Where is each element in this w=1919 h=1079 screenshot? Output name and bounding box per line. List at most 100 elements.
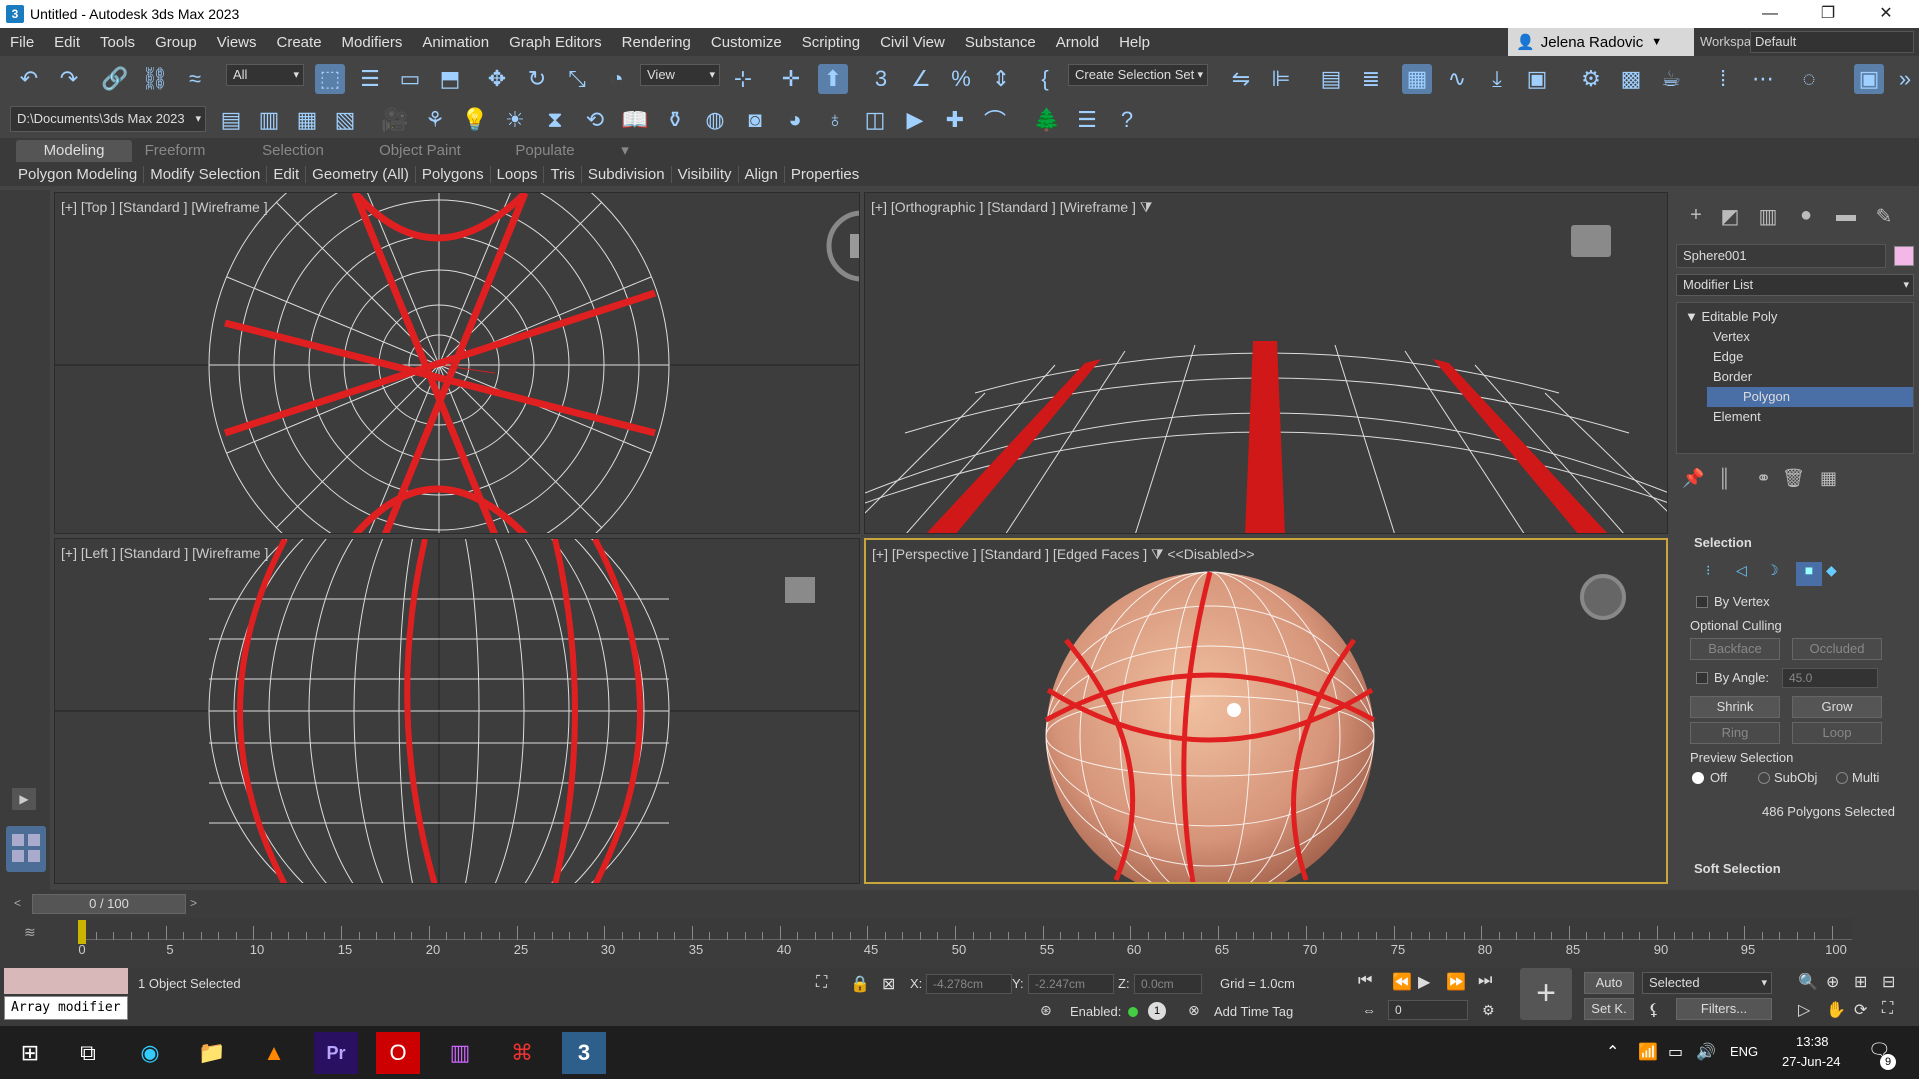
next-frame-icon[interactable]: > bbox=[190, 896, 208, 912]
absolute-mode-icon[interactable]: ⊠ bbox=[882, 974, 895, 994]
hierarchy-tab-icon[interactable]: ▥ bbox=[1752, 204, 1784, 230]
polygon-mode-icon[interactable]: ■ bbox=[1796, 562, 1822, 586]
panel-tris[interactable]: Tris bbox=[544, 165, 582, 183]
z-coordinate-field[interactable]: 0.0cm bbox=[1134, 974, 1202, 994]
curve-editor-icon[interactable]: ∿ bbox=[1442, 64, 1472, 94]
viewport-layout-tab-icon[interactable] bbox=[6, 826, 46, 872]
clock-time[interactable]: 13:38 bbox=[1796, 1034, 1829, 1049]
ribbon-options-icon[interactable]: ▾ bbox=[610, 140, 640, 162]
acrobat-icon[interactable]: ⌘ bbox=[500, 1032, 544, 1074]
link-icon[interactable]: 🔗 bbox=[100, 64, 130, 94]
edge-mode-icon[interactable]: ◁ bbox=[1736, 562, 1762, 586]
windows-start-icon[interactable]: ⊞ bbox=[8, 1032, 52, 1074]
vlc-icon[interactable]: ▲ bbox=[252, 1032, 296, 1074]
tab-populate[interactable]: Populate bbox=[500, 140, 590, 162]
file-explorer-icon[interactable]: 📁 bbox=[190, 1032, 234, 1074]
pivot-icon[interactable]: ⊹ bbox=[728, 64, 758, 94]
viewport-orthographic[interactable]: [+] [Orthographic ] [Standard ] [Wirefra… bbox=[864, 192, 1668, 534]
panel-subdivision[interactable]: Subdivision bbox=[582, 165, 672, 183]
rect-selection-icon[interactable]: ▭ bbox=[395, 64, 425, 94]
viewcube-left-icon[interactable] bbox=[785, 577, 815, 603]
selection-filter-dropdown[interactable]: All bbox=[226, 64, 304, 86]
rotate-icon[interactable]: ↻ bbox=[522, 64, 552, 94]
modifier-list-dropdown[interactable]: Modifier List bbox=[1676, 274, 1914, 296]
box-icon[interactable]: ◫ bbox=[860, 105, 890, 135]
menu-customize[interactable]: Customize bbox=[701, 34, 792, 51]
panel-geometry-all[interactable]: Geometry (All) bbox=[306, 165, 416, 183]
layer-add-icon[interactable]: ▤ bbox=[216, 105, 246, 135]
system-tray-chevron-icon[interactable]: ⌃ bbox=[1606, 1042, 1619, 1062]
bottle-icon[interactable]: ⚱ bbox=[660, 105, 690, 135]
minimize-icon[interactable]: — bbox=[1741, 0, 1799, 28]
utilities-tab-icon[interactable]: ✎ bbox=[1868, 204, 1900, 230]
menu-animation[interactable]: Animation bbox=[412, 34, 499, 51]
stack-polygon[interactable]: Polygon bbox=[1707, 387, 1913, 407]
by-angle-field[interactable]: 45.0 bbox=[1782, 668, 1878, 688]
next-key-icon[interactable]: ⏩ bbox=[1446, 972, 1466, 992]
track-bar[interactable]: 0 5 10 15 20 25 30 35 40 45 50 55 60 65 70 75 80 85 90 95 10… bbox=[78, 918, 1852, 964]
move-icon[interactable]: ✥ bbox=[482, 64, 512, 94]
place-icon[interactable]: ◔ bbox=[602, 64, 632, 94]
chevron-right-icon[interactable]: » bbox=[1890, 64, 1919, 94]
go-to-end-icon[interactable]: ⏭ bbox=[1478, 972, 1492, 990]
viewcube-compass-icon[interactable] bbox=[825, 209, 860, 283]
tab-freeform[interactable]: Freeform bbox=[130, 140, 220, 162]
scale-icon[interactable]: ⤡ bbox=[562, 64, 592, 94]
element-mode-icon[interactable]: ◆ bbox=[1826, 562, 1852, 586]
preview-multi-radio[interactable] bbox=[1836, 772, 1848, 784]
panel-edit[interactable]: Edit bbox=[267, 165, 307, 183]
snap-toggle-icon[interactable]: ⋯ bbox=[1748, 64, 1778, 94]
menu-modifiers[interactable]: Modifiers bbox=[332, 34, 413, 51]
viewport-layout-icon[interactable]: ▣ bbox=[1854, 64, 1884, 94]
loop-button[interactable]: Loop bbox=[1792, 722, 1882, 744]
menu-substance[interactable]: Substance bbox=[955, 34, 1046, 51]
close-icon[interactable]: ✕ bbox=[1857, 0, 1915, 28]
stack-element[interactable]: Element bbox=[1677, 407, 1909, 427]
render-setup-icon[interactable]: ⚙ bbox=[1576, 64, 1606, 94]
schematic-view-icon[interactable]: ⤓ bbox=[1482, 64, 1512, 94]
viewport-top-label[interactable]: [+] [Top ] [Standard ] [Wireframe ] bbox=[61, 199, 268, 215]
border-mode-icon[interactable]: ☽ bbox=[1766, 562, 1792, 586]
isolate-icon[interactable]: ◌ bbox=[1794, 64, 1824, 94]
menu-views[interactable]: Views bbox=[207, 34, 267, 51]
window-crossing-icon[interactable]: ⬒ bbox=[435, 64, 465, 94]
wifi-icon[interactable]: 📶 bbox=[1638, 1042, 1658, 1062]
reference-coord-dropdown[interactable]: View bbox=[640, 64, 720, 86]
align-icon[interactable]: ⊫ bbox=[1266, 64, 1296, 94]
opera-icon[interactable]: O bbox=[376, 1032, 420, 1074]
frame-icon[interactable]: ✚ bbox=[940, 105, 970, 135]
maxscript-input[interactable]: Array modifier bbox=[4, 996, 128, 1020]
ribbon-toggle-icon[interactable]: ▦ bbox=[1402, 64, 1432, 94]
preview-off-radio[interactable] bbox=[1692, 772, 1704, 784]
volume-icon[interactable]: 🔊 bbox=[1696, 1042, 1716, 1062]
spinner-snap-icon[interactable]: ⇕ bbox=[986, 64, 1016, 94]
motion-tab-icon[interactable]: ● bbox=[1790, 204, 1822, 230]
clock-date[interactable]: 27-Jun-24 bbox=[1782, 1054, 1841, 1069]
filters-button[interactable]: Filters... bbox=[1676, 998, 1772, 1020]
display-tab-icon[interactable]: ▬ bbox=[1830, 204, 1862, 230]
create-selection-set-dropdown[interactable]: Create Selection Set bbox=[1068, 64, 1208, 86]
stack-border[interactable]: Border bbox=[1677, 367, 1909, 387]
add-time-tag[interactable]: Add Time Tag bbox=[1214, 1004, 1293, 1019]
remove-modifier-icon[interactable]: 🗑 bbox=[1782, 468, 1805, 489]
zoom-extents-all-icon[interactable]: ⊟ bbox=[1882, 972, 1895, 992]
selection-rollout-header[interactable]: Selection bbox=[1676, 532, 1912, 554]
object-name-field[interactable]: Sphere001 bbox=[1676, 244, 1886, 268]
panel-loops[interactable]: Loops bbox=[491, 165, 545, 183]
prev-frame-icon[interactable]: < bbox=[14, 896, 32, 912]
configure-sets-icon[interactable]: ▦ bbox=[1820, 468, 1837, 489]
unlink-icon[interactable]: ⛓ bbox=[140, 64, 170, 94]
material-editor-icon[interactable]: ▣ bbox=[1522, 64, 1552, 94]
viewport-left[interactable]: [+] [Left ] [Standard ] [Wireframe ] bbox=[54, 538, 860, 884]
ring-button[interactable]: Ring bbox=[1690, 722, 1780, 744]
grow-button[interactable]: Grow bbox=[1792, 696, 1882, 718]
create-helpers-icon[interactable]: ⚘ bbox=[420, 105, 450, 135]
filter-icon[interactable]: ⧩ bbox=[1140, 199, 1153, 215]
book-icon[interactable]: 📖 bbox=[620, 105, 650, 135]
object-color-swatch[interactable] bbox=[1894, 246, 1914, 266]
viewport-left-label[interactable]: [+] [Left ] [Standard ] [Wireframe ] bbox=[61, 545, 268, 561]
viewport-ortho-label[interactable]: [+] [Orthographic ] [Standard ] [Wirefra… bbox=[871, 199, 1152, 216]
mirror-icon[interactable]: ⇋ bbox=[1226, 64, 1256, 94]
viewport-persp-label[interactable]: [+] [Perspective ] [Standard ] [Edged Fa… bbox=[872, 546, 1255, 563]
menu-create[interactable]: Create bbox=[267, 34, 332, 51]
